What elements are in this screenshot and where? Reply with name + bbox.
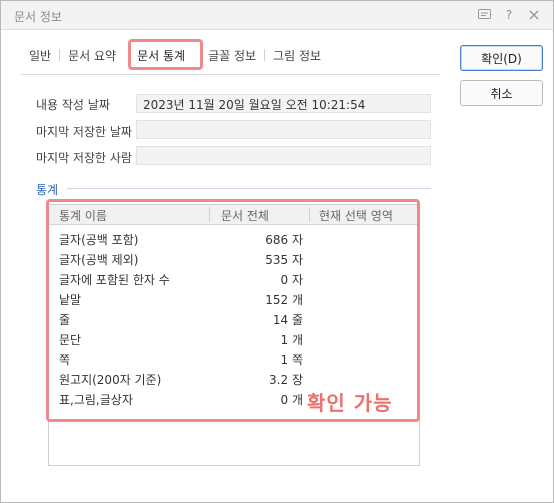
tab-summary[interactable]: 문서 요약 (60, 41, 124, 69)
created-date-label: 내용 작성 날짜 (36, 98, 110, 112)
callout-label: 확인 가능 (307, 391, 393, 415)
created-date-field: 2023년 11월 20일 월요일 오전 10:21:54 (136, 94, 431, 113)
question-icon[interactable]: ? (502, 6, 516, 24)
last-saver-label: 마지막 저장한 사람 (36, 151, 132, 165)
section-divider (67, 188, 431, 189)
last-saved-date-label: 마지막 저장한 날짜 (36, 125, 132, 139)
tab-image-info[interactable]: 그림 정보 (265, 41, 329, 69)
tab-font-info[interactable]: 글꼴 정보 (200, 41, 264, 69)
tab-underline (21, 74, 440, 75)
last-saved-date-field (136, 120, 431, 139)
ok-button[interactable]: 확인(D) (460, 45, 543, 71)
cancel-button[interactable]: 취소 (460, 80, 543, 106)
help-icon[interactable] (477, 6, 491, 24)
document-info-dialog: 문서 정보 ? 일반 문서 요약 문서 통계 글꼴 정보 그림 정보 확인(D)… (0, 0, 554, 503)
last-saver-field (136, 146, 431, 165)
titlebar-icons: ? (477, 6, 541, 24)
titlebar: 문서 정보 ? (1, 1, 553, 30)
close-icon[interactable] (527, 6, 541, 24)
tab-general[interactable]: 일반 (21, 41, 59, 69)
window-title: 문서 정보 (14, 10, 62, 24)
statistics-section-title: 통계 (36, 183, 59, 197)
active-tab-highlight (128, 39, 203, 70)
